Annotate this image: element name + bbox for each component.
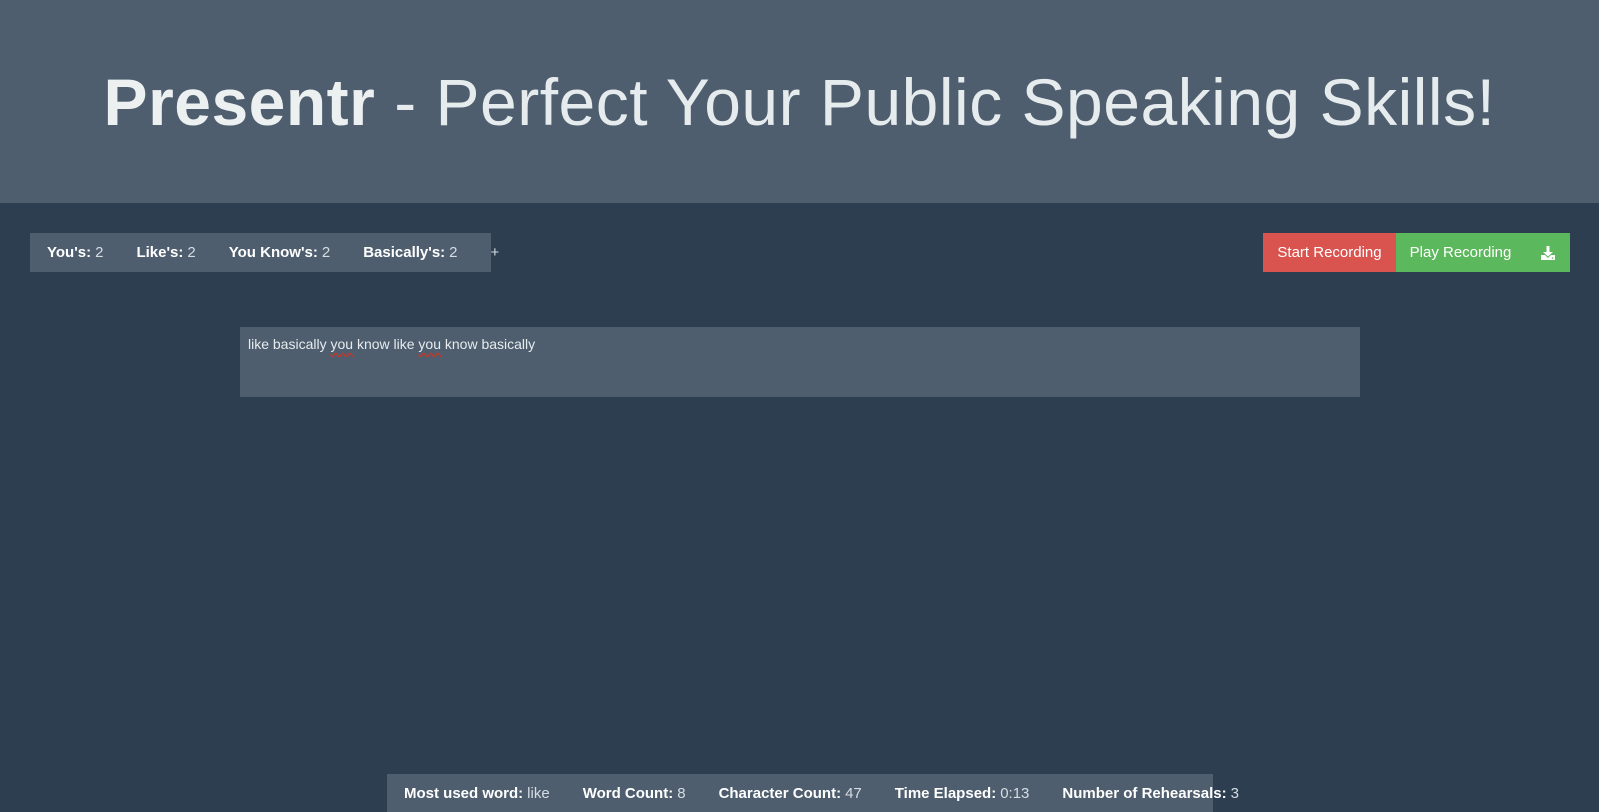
transcript-text: know basically bbox=[441, 336, 536, 352]
brand-name: Presentr bbox=[103, 64, 376, 139]
stat-label: Most used word: bbox=[404, 784, 524, 802]
speech-stats-bar: Most used word: like Word Count: 8 Chara… bbox=[387, 774, 1239, 812]
download-icon bbox=[1540, 245, 1555, 260]
counter-value: 2 bbox=[321, 244, 331, 261]
stat-label: Character Count: bbox=[718, 784, 842, 802]
stat-label: Number of Rehearsals: bbox=[1062, 784, 1227, 802]
counter-label: Like's: bbox=[136, 244, 184, 261]
add-word-button[interactable]: + bbox=[491, 244, 500, 261]
counter-label: You's: bbox=[47, 244, 92, 261]
transcript-word-flagged: you bbox=[418, 336, 441, 352]
counter-value: 2 bbox=[187, 244, 196, 261]
transcript-text: like basically bbox=[248, 336, 331, 352]
counter-basicallys: Basically's: 2 bbox=[363, 244, 457, 261]
filler-word-counters: You's: 2 Like's: 2 You Know's: 2 Basical… bbox=[30, 233, 499, 272]
stat-value: 8 bbox=[677, 784, 686, 802]
counter-value: 2 bbox=[449, 244, 458, 261]
counter-label: You Know's: bbox=[228, 244, 318, 261]
stat-character-count: Character Count: 47 bbox=[719, 785, 862, 802]
stat-label: Time Elapsed: bbox=[894, 784, 997, 802]
stat-word-count: Word Count: 8 bbox=[583, 785, 686, 802]
stat-value: 0:13 bbox=[1000, 784, 1030, 802]
counter-value: 2 bbox=[95, 244, 104, 261]
stat-rehearsals: Number of Rehearsals: 3 bbox=[1062, 785, 1239, 802]
transcript-text: know like bbox=[353, 336, 419, 352]
recording-actions: Start Recording Play Recording bbox=[1263, 233, 1570, 272]
stat-value: 3 bbox=[1230, 784, 1239, 802]
counter-yous: You's: 2 bbox=[47, 244, 103, 261]
speech-transcript-textarea[interactable]: like basically you know like you know ba… bbox=[240, 327, 1360, 397]
download-recording-button[interactable] bbox=[1525, 233, 1570, 272]
counter-you-knows: You Know's: 2 bbox=[229, 244, 330, 261]
start-recording-button[interactable]: Start Recording bbox=[1263, 233, 1396, 272]
page-title: Presentr - Perfect Your Public Speaking … bbox=[104, 69, 1496, 135]
stat-label: Word Count: bbox=[582, 784, 674, 802]
transcript-word-flagged: you bbox=[330, 336, 354, 352]
stat-time-elapsed: Time Elapsed: 0:13 bbox=[895, 785, 1030, 802]
page-header: Presentr - Perfect Your Public Speaking … bbox=[0, 0, 1599, 203]
counter-label: Basically's: bbox=[363, 244, 446, 261]
stat-value: 47 bbox=[845, 784, 862, 802]
counter-likes: Like's: 2 bbox=[136, 244, 195, 261]
play-recording-button[interactable]: Play Recording bbox=[1396, 233, 1525, 272]
page-tagline: - Perfect Your Public Speaking Skills! bbox=[375, 64, 1496, 139]
stat-value: like bbox=[527, 784, 550, 802]
stat-most-used-word: Most used word: like bbox=[404, 785, 550, 802]
